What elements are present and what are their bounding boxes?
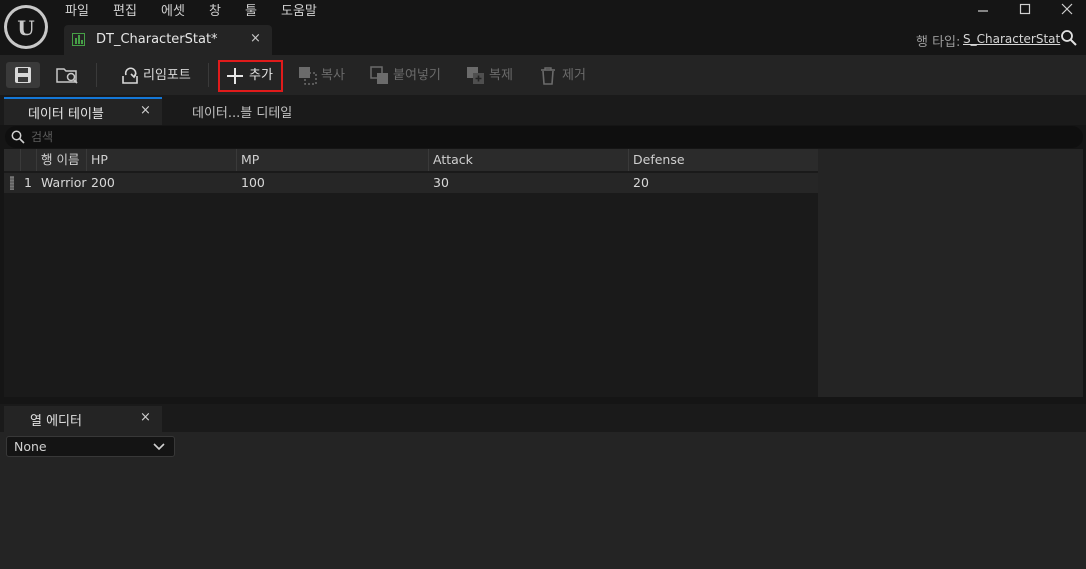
save-icon xyxy=(15,67,31,83)
paste-button[interactable]: 붙여넣기 xyxy=(370,62,446,90)
paste-icon xyxy=(370,66,388,84)
copy-label: 복사 xyxy=(321,68,345,83)
drag-handle-icon[interactable] xyxy=(10,176,14,190)
trash-icon xyxy=(541,67,555,85)
column-editor-panel: None xyxy=(0,432,1086,569)
browse-icon xyxy=(56,68,78,84)
header-row-name[interactable]: 행 이름 xyxy=(37,149,87,171)
table-row[interactable]: 1 Warrior 200 100 30 20 xyxy=(4,173,818,193)
menu-tools[interactable]: 툴 xyxy=(245,2,257,22)
reimport-icon xyxy=(122,67,138,84)
column-select-value: None xyxy=(14,439,47,454)
close-window-button[interactable] xyxy=(1048,0,1086,22)
menu-edit[interactable]: 편집 xyxy=(113,2,137,22)
document-tab-close-button[interactable]: × xyxy=(250,31,261,46)
duplicate-button[interactable]: 복제 xyxy=(466,62,518,90)
duplicate-icon xyxy=(467,67,484,84)
close-icon xyxy=(1061,3,1073,15)
chevron-down-icon xyxy=(153,443,165,451)
menu-help[interactable]: 도움말 xyxy=(281,2,317,22)
attack-cell[interactable]: 30 xyxy=(429,173,629,193)
defense-cell[interactable]: 20 xyxy=(629,173,818,193)
column-select-dropdown[interactable]: None xyxy=(6,436,175,457)
search-icon xyxy=(11,130,25,144)
menu-window[interactable]: 창 xyxy=(209,2,221,22)
search-icon[interactable] xyxy=(1060,29,1078,47)
add-button-highlight xyxy=(218,60,283,92)
save-button[interactable] xyxy=(6,62,40,88)
tab-data-table-details[interactable]: 데이터...블 디테일 xyxy=(192,102,292,121)
header-hp[interactable]: HP xyxy=(87,149,237,171)
hp-cell[interactable]: 200 xyxy=(87,173,237,193)
row-type-label: 행 타입: xyxy=(916,35,961,50)
header-defense[interactable]: Defense xyxy=(629,149,818,171)
menu-file[interactable]: 파일 xyxy=(65,2,89,22)
copy-button[interactable]: 복사 xyxy=(298,62,348,90)
tab-data-table[interactable]: 데이터 테이블 × xyxy=(4,97,162,125)
datatable-icon xyxy=(72,33,85,46)
row-type-value[interactable]: S_CharacterStat xyxy=(963,32,1060,46)
maximize-icon xyxy=(1019,3,1031,15)
mp-cell[interactable]: 100 xyxy=(237,173,429,193)
duplicate-label: 복제 xyxy=(489,68,513,83)
table-header: 행 이름 HP MP Attack Defense xyxy=(4,149,818,171)
header-mp[interactable]: MP xyxy=(237,149,429,171)
document-tab[interactable]: DT_CharacterStat* × xyxy=(64,25,272,55)
tab-data-table-close-button[interactable]: × xyxy=(140,103,151,118)
toolbar: 리임포트 추가 복사 붙여넣기 복제 제거 xyxy=(0,55,1086,95)
header-attack[interactable]: Attack xyxy=(429,149,629,171)
tab-column-editor[interactable]: 열 에디터 × xyxy=(4,406,162,432)
unreal-logo-icon[interactable]: U xyxy=(4,5,48,49)
reimport-button[interactable]: 리임포트 xyxy=(120,62,196,90)
tab-data-table-label: 데이터 테이블 xyxy=(28,107,104,122)
menu-asset[interactable]: 에셋 xyxy=(161,2,185,22)
row-name-cell[interactable]: Warrior xyxy=(37,173,87,193)
minimize-button[interactable] xyxy=(964,0,1002,22)
remove-button[interactable]: 제거 xyxy=(539,62,591,90)
toolbar-divider xyxy=(208,63,209,87)
title-bar: U 파일 편집 에셋 창 툴 도움말 DT_CharacterStat* × 행… xyxy=(0,0,1086,55)
panel-tab-bar: 데이터 테이블 × 데이터...블 디테일 xyxy=(0,95,1086,125)
copy-icon xyxy=(299,67,317,85)
search-input[interactable]: 검색 xyxy=(31,128,53,145)
data-table-grid: 행 이름 HP MP Attack Defense 1 Warrior 200 … xyxy=(4,149,818,397)
reimport-label: 리임포트 xyxy=(143,68,191,83)
search-bar[interactable]: 검색 xyxy=(5,126,1083,148)
header-handle-column xyxy=(4,149,21,171)
document-tab-title: DT_CharacterStat* xyxy=(96,32,218,47)
bottom-tab-bar: 열 에디터 × xyxy=(0,404,1086,432)
remove-label: 제거 xyxy=(562,68,586,83)
header-index-column xyxy=(21,149,37,171)
paste-label: 붙여넣기 xyxy=(393,68,441,83)
row-index: 1 xyxy=(24,175,32,190)
maximize-button[interactable] xyxy=(1006,0,1044,22)
tab-column-editor-label: 열 에디터 xyxy=(30,414,82,429)
minimize-icon xyxy=(978,10,988,12)
toolbar-divider xyxy=(96,63,97,87)
browse-button[interactable] xyxy=(54,62,82,88)
tab-column-editor-close-button[interactable]: × xyxy=(140,410,151,425)
table-empty-area xyxy=(818,149,1083,397)
